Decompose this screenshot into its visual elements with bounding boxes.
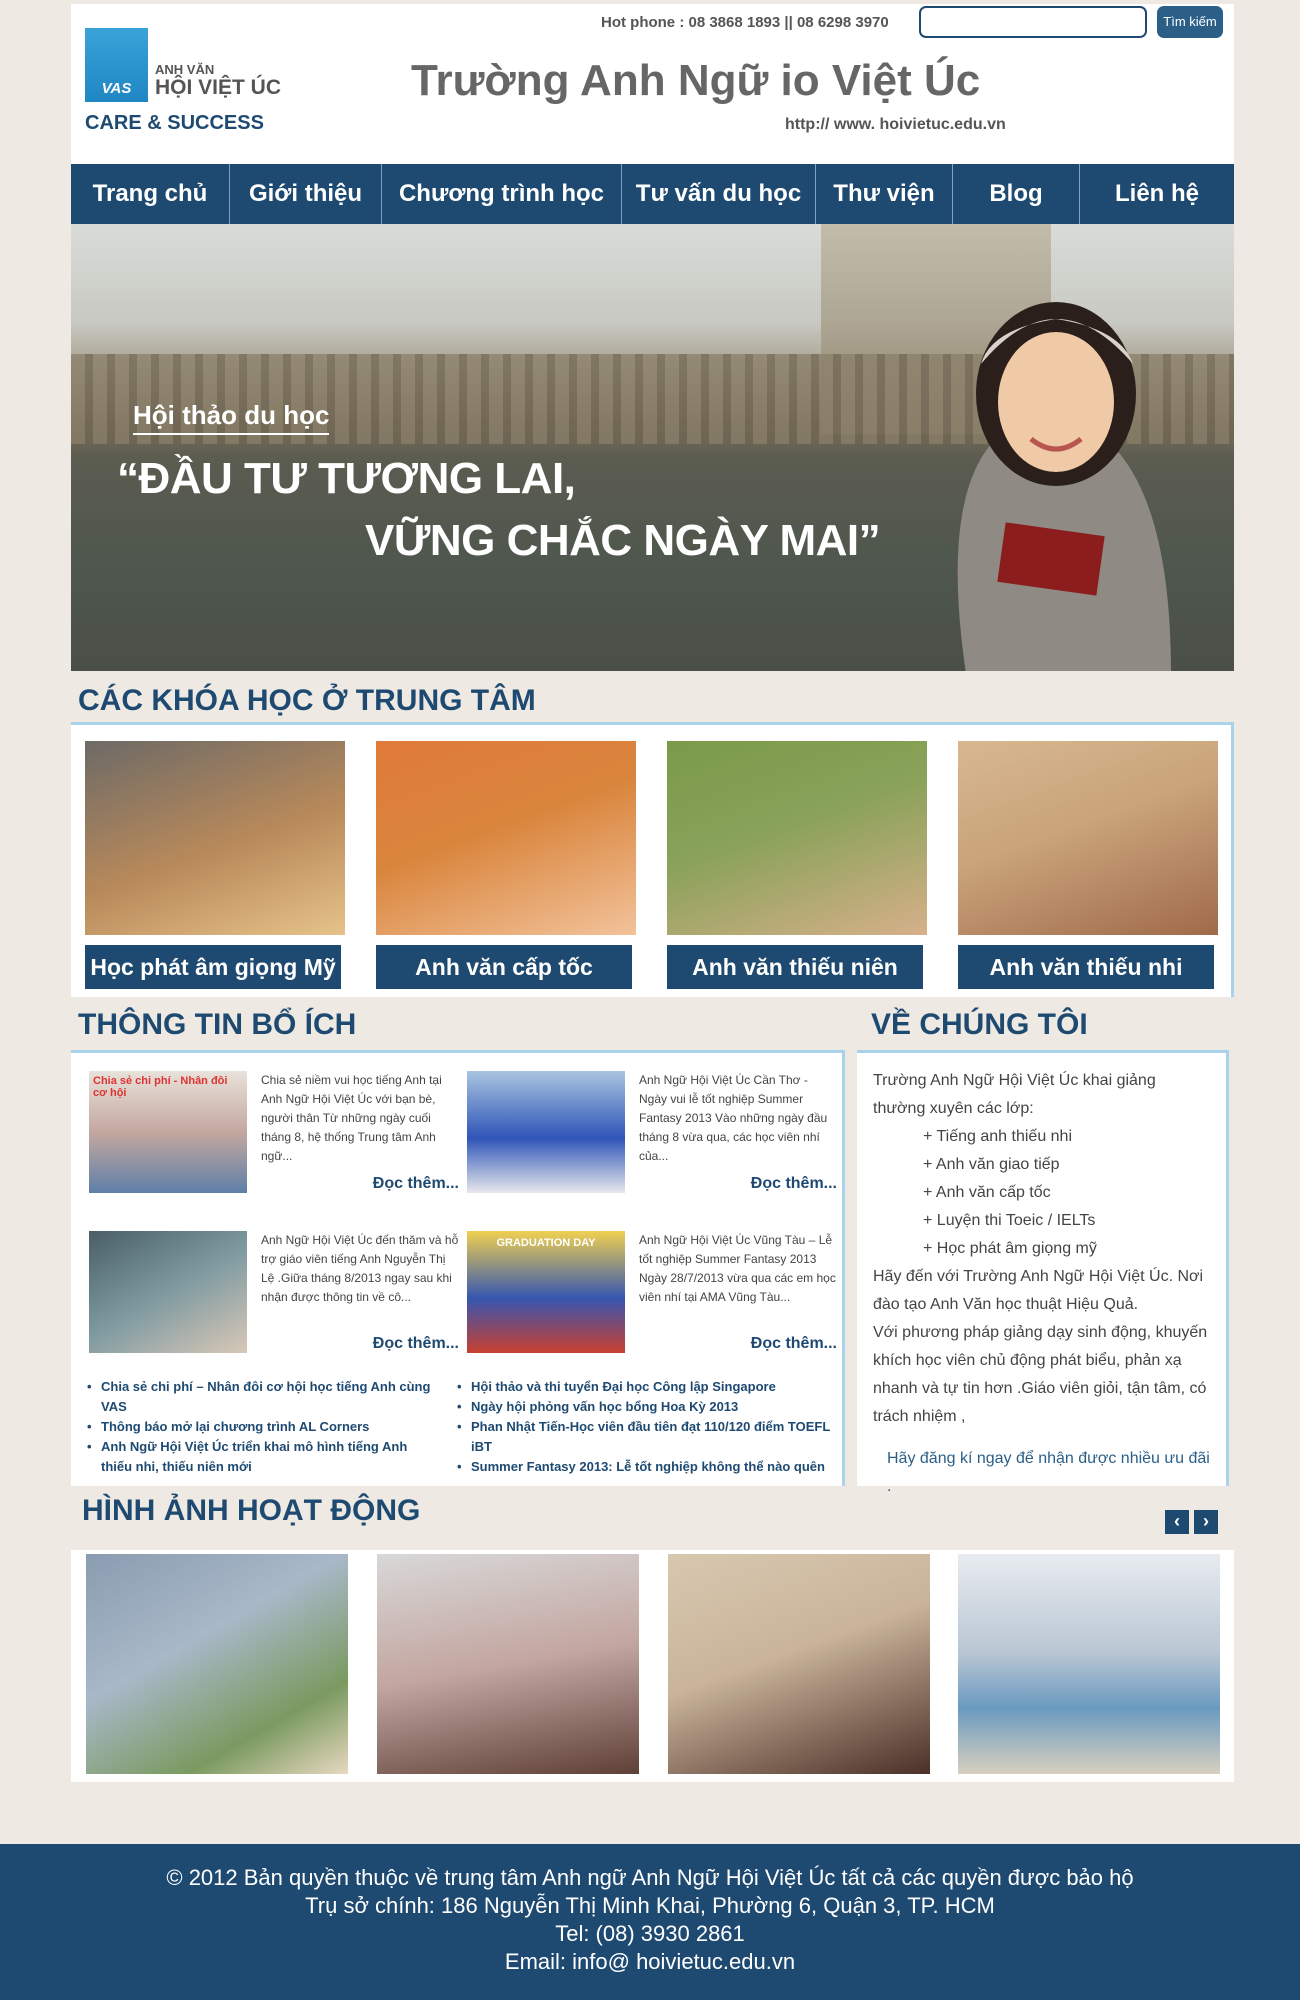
- news-links-right: Hội thảo và thi tuyển Đại học Công lập S…: [455, 1377, 835, 1477]
- news-image[interactable]: [467, 1071, 625, 1193]
- about-course-item: Học phát âm giọng mỹ: [923, 1235, 1210, 1263]
- nav-study-abroad[interactable]: Tư vấn du học: [622, 164, 816, 224]
- search-button[interactable]: Tìm kiếm: [1157, 6, 1223, 38]
- site-url[interactable]: http:// www. hoivietuc.edu.vn: [785, 116, 1006, 134]
- read-more-link[interactable]: Đọc thêm...: [751, 1335, 837, 1353]
- course-label[interactable]: Học phát âm giọng Mỹ: [85, 945, 341, 989]
- course-image[interactable]: [85, 741, 345, 935]
- news-image[interactable]: GRADUATION DAY: [467, 1231, 625, 1353]
- about-course-item: Luyện thi Toeic / IELTs: [923, 1207, 1210, 1235]
- footer-copyright: © 2012 Bản quyền thuộc về trung tâm Anh …: [166, 1865, 1134, 1890]
- nav-contact[interactable]: Liên hệ: [1080, 164, 1234, 224]
- course-card[interactable]: Học phát âm giọng Mỹ: [85, 741, 345, 989]
- news-item[interactable]: Anh Ngữ Hội Việt Úc đến thăm và hỗ trợ g…: [89, 1217, 469, 1367]
- news-text: Anh Ngữ Hội Việt Úc Cần Thơ - Ngày vui l…: [639, 1073, 828, 1163]
- logo-vas-text: VAS: [101, 80, 132, 97]
- banner-subtitle: Hội thảo du học: [133, 400, 330, 435]
- news-text: Anh Ngữ Hội Việt Úc Vũng Tàu – Lễ tốt ng…: [639, 1233, 836, 1304]
- news-link[interactable]: Ngày hội phỏng vấn học bổng Hoa Kỳ 2013: [455, 1397, 835, 1417]
- news-links-left: Chia sẻ chi phí – Nhân đôi cơ hội học ti…: [85, 1377, 435, 1477]
- news-link[interactable]: Phan Nhật Tiến-Học viên đầu tiên đạt 110…: [455, 1417, 835, 1457]
- hero-banner[interactable]: Hội thảo du học “ĐẦU TƯ TƯƠNG LAI, VỮNG …: [71, 224, 1234, 671]
- courses-title: CÁC KHÓA HỌC Ở TRUNG TÂM: [78, 684, 536, 717]
- info-panel: Chia sẻ chi phí - Nhân đôi cơ hội Chia s…: [71, 1050, 845, 1486]
- about-course-item: Tiếng anh thiếu nhi: [923, 1123, 1210, 1151]
- gallery-image[interactable]: [377, 1554, 639, 1774]
- gallery-panel: [71, 1550, 1234, 1782]
- course-card[interactable]: Anh văn cấp tốc: [376, 741, 636, 989]
- news-text: Anh Ngữ Hội Việt Úc đến thăm và hỗ trợ g…: [261, 1233, 459, 1304]
- tagline: CARE & SUCCESS: [85, 112, 264, 134]
- gallery-title: HÌNH ẢNH HOẠT ĐỘNG: [82, 1494, 421, 1527]
- news-link[interactable]: Anh Ngữ Hội Việt Úc triển khai mô hình t…: [85, 1437, 435, 1477]
- course-label[interactable]: Anh văn thiếu niên: [667, 945, 923, 989]
- read-more-link[interactable]: Đọc thêm...: [373, 1335, 459, 1353]
- main-nav: Trang chủ Giới thiệu Chương trình học Tư…: [71, 164, 1234, 224]
- gallery-image[interactable]: [958, 1554, 1220, 1774]
- banner-slogan-line2: VỮNG CHẮC NGÀY MAI”: [365, 516, 881, 565]
- courses-panel: Học phát âm giọng Mỹ Anh văn cấp tốc Anh…: [71, 722, 1234, 997]
- course-label[interactable]: Anh văn cấp tốc: [376, 945, 632, 989]
- news-image[interactable]: [89, 1231, 247, 1353]
- gallery-prev-button[interactable]: ‹: [1165, 1510, 1189, 1534]
- logo-small-text: ANH VĂN: [155, 62, 215, 77]
- search-input[interactable]: [919, 6, 1147, 38]
- course-image[interactable]: [958, 741, 1218, 935]
- about-intro: Trường Anh Ngữ Hội Việt Úc khai giảng th…: [873, 1072, 1156, 1117]
- news-text: Chia sẻ niềm vui học tiếng Anh tại Anh N…: [261, 1073, 442, 1163]
- news-link[interactable]: Summer Fantasy 2013: Lễ tốt nghiệp không…: [455, 1457, 835, 1477]
- news-item[interactable]: GRADUATION DAY Anh Ngữ Hội Việt Úc Vũng …: [467, 1217, 847, 1367]
- footer: © 2012 Bản quyền thuộc về trung tâm Anh …: [0, 1844, 1300, 2000]
- news-image-caption: Chia sẻ chi phí - Nhân đôi cơ hội: [93, 1075, 228, 1099]
- about-panel: Trường Anh Ngữ Hội Việt Úc khai giảng th…: [857, 1050, 1229, 1495]
- read-more-link[interactable]: Đọc thêm...: [751, 1175, 837, 1193]
- nav-programs[interactable]: Chương trình học: [382, 164, 622, 224]
- course-card[interactable]: Anh văn thiếu niên: [667, 741, 927, 989]
- gallery-next-button[interactable]: ›: [1194, 1510, 1218, 1534]
- course-card[interactable]: Anh văn thiếu nhi: [958, 741, 1218, 989]
- about-course-item: Anh văn giao tiếp: [923, 1151, 1210, 1179]
- footer-email[interactable]: Email: info@ hoivietuc.edu.vn: [0, 1948, 1300, 1976]
- about-paragraph: Hãy đến với Trường Anh Ngữ Hội Việt Úc. …: [873, 1268, 1204, 1313]
- about-paragraph: Với phương pháp giảng dạy sinh động, khu…: [873, 1324, 1208, 1425]
- info-title: THÔNG TIN BỔ ÍCH: [78, 1008, 357, 1041]
- course-image[interactable]: [667, 741, 927, 935]
- about-title: VỀ CHÚNG TÔI: [871, 1008, 1088, 1041]
- banner-student-image: [957, 302, 1171, 671]
- register-cta-link[interactable]: Hãy đăng kí ngay để nhận được nhiều ưu đ…: [873, 1445, 1210, 1501]
- site-title: Trường Anh Ngữ io Việt Úc: [411, 56, 981, 105]
- about-course-item: Anh văn cấp tốc: [923, 1179, 1210, 1207]
- news-item[interactable]: Anh Ngữ Hội Việt Úc Cần Thơ - Ngày vui l…: [467, 1057, 847, 1207]
- logo-big-text: HỘI VIỆT ÚC: [155, 76, 282, 99]
- gallery-image[interactable]: [668, 1554, 930, 1774]
- news-image-caption: GRADUATION DAY: [496, 1237, 596, 1249]
- nav-home[interactable]: Trang chủ: [71, 164, 230, 224]
- course-image[interactable]: [376, 741, 636, 935]
- news-item[interactable]: Chia sẻ chi phí - Nhân đôi cơ hội Chia s…: [89, 1057, 469, 1207]
- nav-library[interactable]: Thư viện: [816, 164, 953, 224]
- nav-blog[interactable]: Blog: [953, 164, 1080, 224]
- nav-about[interactable]: Giới thiệu: [230, 164, 382, 224]
- banner-slogan-line1: “ĐẦU TƯ TƯƠNG LAI,: [117, 454, 576, 503]
- news-link[interactable]: Chia sẻ chi phí – Nhân đôi cơ hội học ti…: [85, 1377, 435, 1417]
- hotphone: Hot phone : 08 3868 1893 || 08 6298 3970: [601, 14, 889, 31]
- header: VAS ANH VĂN HỘI VIỆT ÚC CARE & SUCCESS H…: [71, 4, 1234, 164]
- read-more-link[interactable]: Đọc thêm...: [373, 1175, 459, 1193]
- footer-tel: Tel: (08) 3930 2861: [555, 1921, 745, 1946]
- news-link[interactable]: Hội thảo và thi tuyển Đại học Công lập S…: [455, 1377, 835, 1397]
- news-image[interactable]: Chia sẻ chi phí - Nhân đôi cơ hội: [89, 1071, 247, 1193]
- news-link[interactable]: Thông báo mở lại chương trình AL Corners: [85, 1417, 435, 1437]
- footer-address: Trụ sở chính: 186 Nguyễn Thị Minh Khai, …: [305, 1893, 995, 1918]
- about-course-list: Tiếng anh thiếu nhi Anh văn giao tiếp An…: [873, 1123, 1210, 1263]
- course-label[interactable]: Anh văn thiếu nhi: [958, 945, 1214, 989]
- gallery-image[interactable]: [86, 1554, 348, 1774]
